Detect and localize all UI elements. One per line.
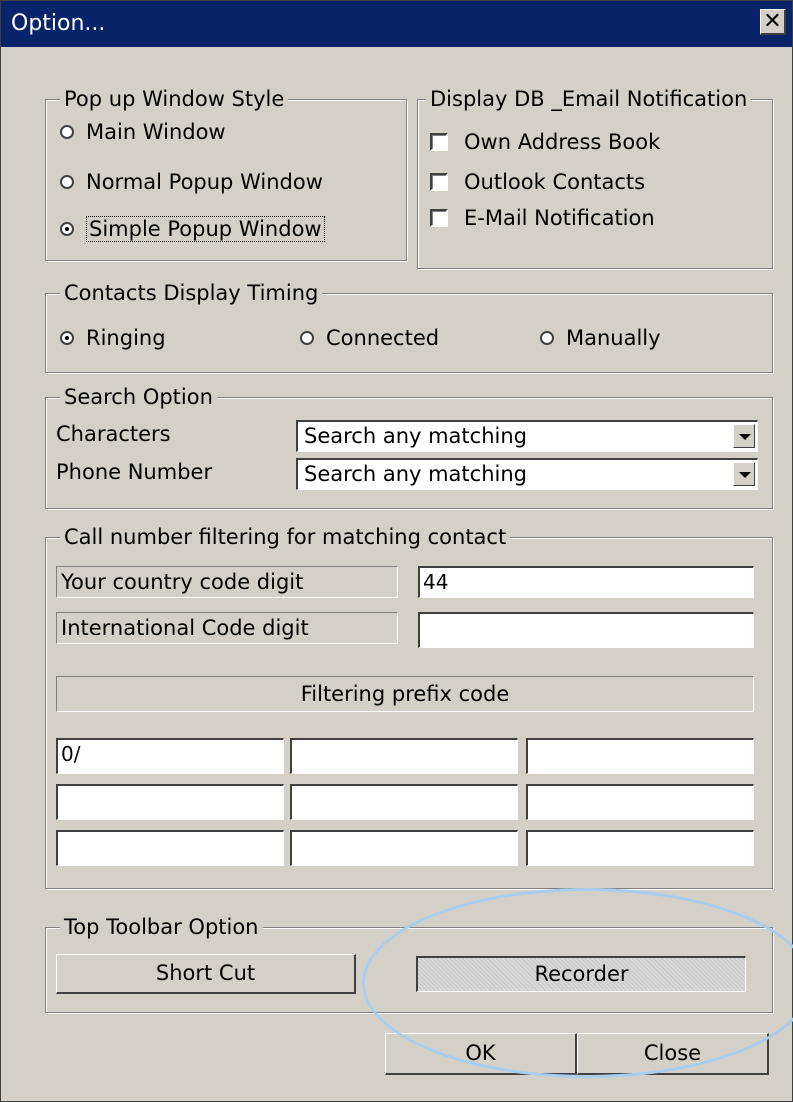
- radio-selected-icon: [60, 222, 74, 236]
- radio-label: Ringing: [86, 326, 166, 350]
- chevron-down-icon[interactable]: [733, 462, 755, 486]
- checkbox-outlook-contacts[interactable]: Outlook Contacts: [430, 170, 645, 194]
- close-icon[interactable]: ✕: [760, 9, 786, 35]
- checkbox-label: Own Address Book: [464, 130, 661, 154]
- display-db-group: Display DB _Email Notification Own Addre…: [417, 86, 773, 269]
- radio-icon: [300, 331, 314, 345]
- prefix-code-field[interactable]: [526, 830, 754, 866]
- radio-label: Normal Popup Window: [86, 170, 323, 194]
- prefix-code-field[interactable]: 0/: [56, 738, 284, 774]
- prefix-code-field[interactable]: [290, 784, 518, 820]
- checkbox-icon: [430, 133, 448, 151]
- dialog-title: Option...: [11, 11, 106, 36]
- phone-number-select-value: Search any matching: [304, 462, 527, 486]
- characters-select[interactable]: Search any matching: [296, 420, 758, 452]
- prefix-code-field[interactable]: [290, 738, 518, 774]
- checkbox-email-notification[interactable]: E-Mail Notification: [430, 206, 655, 230]
- radio-selected-icon: [60, 331, 74, 345]
- radio-icon: [540, 331, 554, 345]
- checkbox-label: Outlook Contacts: [464, 170, 646, 194]
- highlight-ellipse: [362, 888, 793, 1078]
- phone-number-select[interactable]: Search any matching: [296, 458, 758, 490]
- prefix-code-field[interactable]: [56, 830, 284, 866]
- prefix-code-field[interactable]: [526, 738, 754, 774]
- checkbox-own-address-book[interactable]: Own Address Book: [430, 130, 660, 154]
- radio-ringing[interactable]: Ringing: [60, 326, 166, 350]
- radio-simple-popup[interactable]: Simple Popup Window: [60, 216, 325, 242]
- search-option-group: Search Option Characters Search any matc…: [45, 384, 773, 509]
- radio-label: Connected: [326, 326, 440, 350]
- checkbox-icon: [430, 209, 448, 227]
- country-code-label: Your country code digit: [56, 566, 398, 598]
- popup-style-legend: Pop up Window Style: [60, 86, 289, 112]
- checkbox-label: E-Mail Notification: [464, 206, 655, 230]
- radio-icon: [60, 125, 74, 139]
- shortcut-button[interactable]: Short Cut: [56, 954, 356, 994]
- filtering-group: Call number filtering for matching conta…: [45, 524, 773, 889]
- characters-select-value: Search any matching: [304, 424, 527, 448]
- radio-label: Main Window: [86, 120, 226, 144]
- radio-manually[interactable]: Manually: [540, 326, 661, 350]
- radio-main-window[interactable]: Main Window: [60, 120, 226, 144]
- radio-label: Simple Popup Window: [86, 216, 325, 242]
- timing-legend: Contacts Display Timing: [60, 280, 323, 306]
- characters-label: Characters: [56, 422, 171, 446]
- phone-number-label: Phone Number: [56, 460, 213, 484]
- display-db-legend: Display DB _Email Notification: [426, 86, 752, 112]
- radio-connected[interactable]: Connected: [300, 326, 439, 350]
- international-code-label: International Code digit: [56, 612, 398, 644]
- radio-normal-popup[interactable]: Normal Popup Window: [60, 170, 323, 194]
- prefix-header: Filtering prefix code: [56, 676, 754, 712]
- search-option-legend: Search Option: [60, 384, 217, 410]
- timing-group: Contacts Display Timing Ringing Connecte…: [45, 280, 773, 373]
- toolbar-option-legend: Top Toolbar Option: [60, 914, 263, 940]
- title-bar: Option... ✕: [1, 1, 792, 47]
- prefix-code-field[interactable]: [526, 784, 754, 820]
- filtering-legend: Call number filtering for matching conta…: [60, 524, 511, 550]
- checkbox-icon: [430, 173, 448, 191]
- prefix-code-field[interactable]: [56, 784, 284, 820]
- prefix-code-field[interactable]: [290, 830, 518, 866]
- chevron-down-icon[interactable]: [733, 424, 755, 448]
- country-code-field[interactable]: 44: [418, 566, 754, 598]
- international-code-field[interactable]: [418, 612, 754, 648]
- radio-icon: [60, 175, 74, 189]
- popup-style-group: Pop up Window Style Main Window Normal P…: [45, 86, 407, 261]
- radio-label: Manually: [566, 326, 661, 350]
